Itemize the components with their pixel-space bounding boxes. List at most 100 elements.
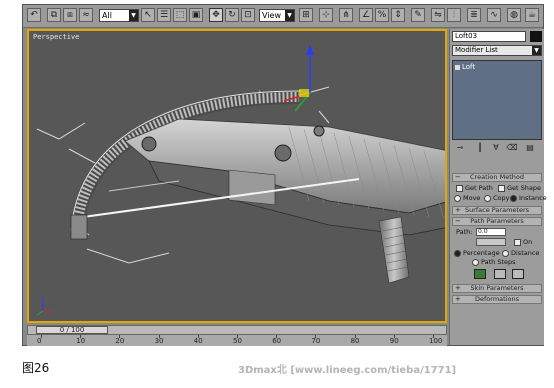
next-shape-icon[interactable] (512, 269, 525, 279)
radio-icon (454, 194, 461, 202)
select-by-name-icon[interactable]: ☰ (157, 8, 171, 22)
radio-path-steps[interactable]: Path Steps (472, 258, 516, 266)
undo-icon[interactable]: ↶ (27, 8, 41, 22)
main-toolbar: ↶ ⧉ ⧈ ≈ All ▼ ↖ ☰ ⬚ ▣ ✥ ↻ ⊡ View ▼ ⊞ ⊹ ⋔… (23, 5, 543, 28)
percent-snap-icon[interactable]: % (375, 8, 389, 22)
object-name-field[interactable]: Loft03 (452, 31, 526, 42)
modifier-stack[interactable]: Loft (452, 60, 542, 140)
watermark: 3Dmax北 [www.lineeg.com/tieba/1771] (238, 365, 457, 376)
timeline-tick-label: 50 (233, 337, 242, 345)
path-label: Path: (456, 228, 473, 236)
figure-caption: 图26 (22, 361, 50, 375)
plus-icon: + (455, 295, 461, 303)
remove-modifier-icon[interactable]: ⌫ (506, 143, 518, 153)
perspective-viewport[interactable]: Perspective (27, 29, 447, 323)
scene-render (36, 45, 445, 316)
radio-move[interactable]: Move (454, 194, 480, 202)
minus-icon: − (455, 217, 461, 225)
time-slider-track[interactable]: 0 / 100 (27, 325, 447, 335)
rollout-path-parameters[interactable]: − Path Parameters (452, 217, 542, 226)
rollout-surface-parameters[interactable]: + Surface Parameters (452, 206, 542, 215)
plus-icon: + (455, 284, 461, 292)
radio-distance[interactable]: Distance (502, 249, 539, 257)
curve-editor-icon[interactable]: ∿ (487, 8, 501, 22)
path-spinner[interactable]: 0.0 (476, 228, 506, 236)
max-window: ↶ ⧉ ⧈ ≈ All ▼ ↖ ☰ ⬚ ▣ ✥ ↻ ⊡ View ▼ ⊞ ⊹ ⋔… (22, 4, 547, 346)
previous-shape-icon[interactable] (494, 269, 507, 279)
checkbox-icon (498, 184, 505, 192)
named-selection-icon[interactable]: ✎ (411, 8, 425, 22)
chevron-down-icon: ▼ (129, 10, 138, 21)
rollout-deformations[interactable]: + Deformations (452, 295, 542, 304)
rollout-skin-parameters[interactable]: + Skin Parameters (452, 284, 542, 293)
checkbox-icon (514, 238, 521, 246)
stack-controls: ⊸ ┃ ∀ ⌫ ▤ (452, 143, 542, 155)
rect-selection-icon[interactable]: ⬚ (173, 8, 187, 22)
timeline-tick-label: 40 (193, 337, 203, 345)
plus-icon: + (455, 206, 461, 214)
scale-icon[interactable]: ⊡ (241, 8, 255, 22)
object-color-swatch[interactable] (530, 31, 542, 42)
layer-manager-icon[interactable]: ≣ (467, 8, 481, 22)
snap-toggle-icon[interactable]: ⋔ (339, 8, 353, 22)
modifier-list-label: Modifier List (455, 46, 498, 54)
time-slider-thumb[interactable]: 0 / 100 (36, 326, 108, 334)
select-object-icon[interactable]: ↖ (141, 8, 155, 22)
radio-percentage[interactable]: Percentage (454, 249, 500, 257)
radio-selected-icon (510, 194, 517, 202)
selection-filter-value: All (102, 11, 112, 20)
reference-coordinate-dropdown[interactable]: View ▼ (259, 9, 295, 22)
timeline-tick-label: 100 (429, 337, 443, 345)
pivot-center-icon[interactable]: ⊞ (299, 8, 313, 22)
chevron-down-icon: ▼ (532, 46, 541, 55)
spinner-snap-icon[interactable]: ⇕ (391, 8, 405, 22)
show-end-result-icon[interactable]: ┃ (474, 143, 486, 153)
unlink-icon[interactable]: ⧈ (63, 8, 77, 22)
reference-coordinate-value: View (262, 11, 281, 20)
rollout-creation-method[interactable]: − Creation Method (452, 173, 542, 182)
radio-icon (472, 258, 479, 266)
selection-filter-dropdown[interactable]: All ▼ (99, 9, 139, 22)
timeline-tick-label: 60 (272, 337, 282, 345)
pick-shape-icon[interactable] (474, 269, 486, 279)
get-shape-button[interactable]: Get Shape (498, 184, 541, 192)
minus-icon: − (455, 173, 461, 181)
bind-spacewarp-icon[interactable]: ≈ (79, 8, 93, 22)
configure-sets-icon[interactable]: ▤ (524, 143, 536, 153)
radio-instance[interactable]: Instance (510, 194, 547, 202)
timeline-tick-label: 90 (389, 337, 399, 345)
command-panel: Loft03 Modifier List ▼ Loft ⊸ ┃ ∀ ⌫ ▤ − … (449, 29, 547, 345)
modifier-list-dropdown[interactable]: Modifier List ▼ (452, 45, 542, 56)
stack-item-loft[interactable]: Loft (455, 63, 539, 72)
track-bar[interactable]: 0 10 20 30 40 50 60 70 80 90 100 (27, 335, 447, 346)
get-path-button[interactable]: Get Path (456, 184, 493, 192)
chevron-down-icon: ▼ (285, 10, 294, 21)
rotate-icon[interactable]: ↻ (225, 8, 239, 22)
timeline-tick-label: 10 (76, 337, 86, 345)
make-unique-icon[interactable]: ∀ (490, 143, 502, 153)
timeline-tick-label: 20 (115, 337, 125, 345)
timeline-tick-label: 0 (37, 337, 42, 345)
radio-selected-icon (454, 249, 461, 257)
select-manipulate-icon[interactable]: ⊹ (319, 8, 333, 22)
material-editor-icon[interactable]: ◍ (507, 8, 521, 22)
window-crossing-icon[interactable]: ▣ (189, 8, 203, 22)
radio-icon (502, 249, 509, 257)
radio-icon (484, 194, 491, 202)
timeline-tick-label: 70 (311, 337, 321, 345)
snap-on-checkbox[interactable]: On (514, 238, 532, 246)
timeline-tick-label: 30 (154, 337, 164, 345)
render-teapot-icon[interactable]: ☕ (525, 8, 539, 22)
align-icon[interactable]: ⫶ (447, 8, 461, 22)
stack-item-icon (455, 64, 460, 70)
radio-copy[interactable]: Copy (484, 194, 510, 202)
timeline-tick-label: 80 (350, 337, 360, 345)
link-icon[interactable]: ⧉ (47, 8, 61, 22)
mirror-icon[interactable]: ⇋ (431, 8, 445, 22)
snap-spinner[interactable] (476, 238, 506, 246)
checkbox-icon (456, 184, 463, 192)
move-icon[interactable]: ✥ (209, 8, 223, 22)
angle-snap-icon[interactable]: ∠ (359, 8, 373, 22)
pin-stack-icon[interactable]: ⊸ (454, 143, 466, 153)
path-pick-buttons (474, 269, 525, 281)
